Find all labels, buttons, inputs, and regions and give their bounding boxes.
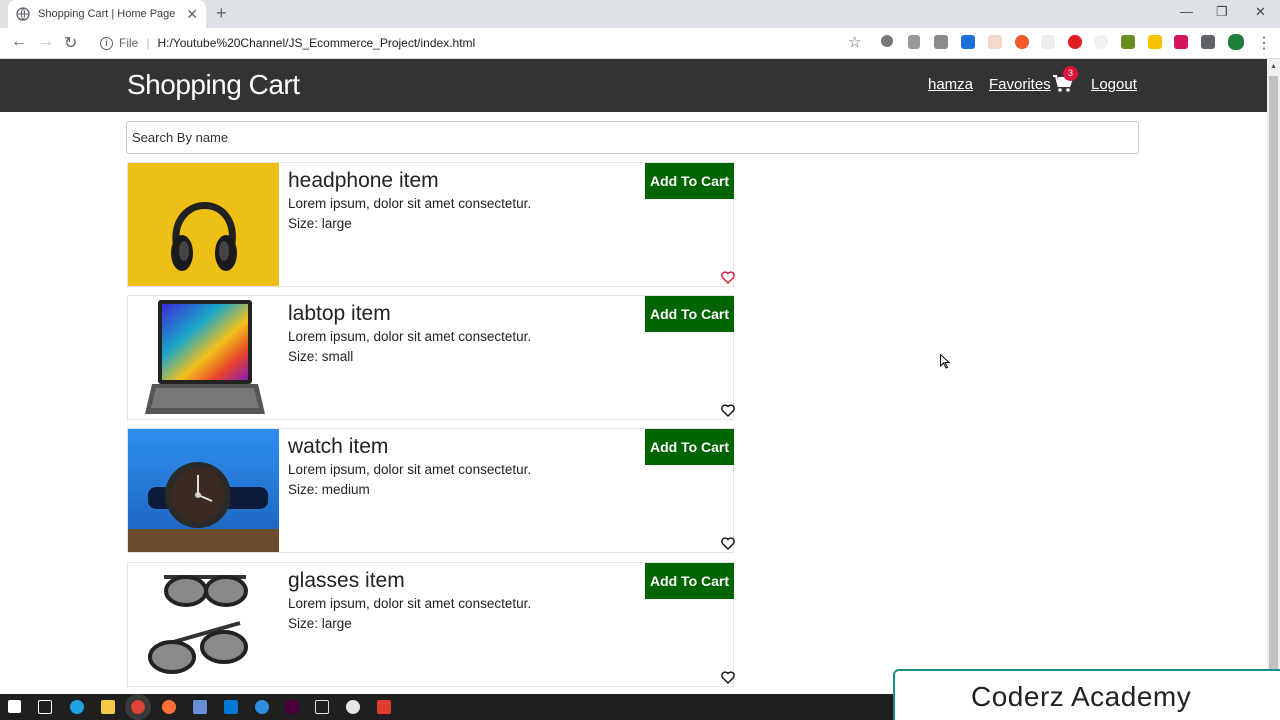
extension-icon[interactable] xyxy=(1015,35,1029,49)
page-scrollbar[interactable]: ▲ xyxy=(1267,59,1280,694)
bookmark-star-icon[interactable]: ☆ xyxy=(848,33,861,51)
watermark: Coderz Academy xyxy=(893,669,1280,720)
adobe-xd-icon[interactable] xyxy=(285,700,299,714)
reload-icon[interactable]: ↻ xyxy=(64,33,77,53)
address-bar: ← → ↻ i File | H:/Youtube%20Channel/JS_E… xyxy=(0,28,1280,59)
close-tab-icon[interactable]: ✕ xyxy=(186,6,198,23)
download-icon[interactable] xyxy=(961,35,975,49)
product-name: labtop item xyxy=(288,302,391,325)
avatar[interactable] xyxy=(1228,34,1244,50)
product-size: Size: medium xyxy=(288,482,370,497)
product-size: Size: small xyxy=(288,349,354,364)
browser-tab[interactable]: Shopping Cart | Home Page ✕ xyxy=(8,0,206,28)
camera-icon[interactable] xyxy=(934,35,948,49)
product-description: Lorem ipsum, dolor sit amet consectetur. xyxy=(288,596,532,611)
watermark-text: Coderz Academy xyxy=(971,681,1192,712)
extension-icon[interactable] xyxy=(1148,35,1162,49)
extension-icon[interactable] xyxy=(1121,35,1135,49)
heart-icon[interactable] xyxy=(721,271,735,284)
puzzle-icon[interactable] xyxy=(1201,35,1215,49)
product-image xyxy=(128,429,279,552)
scroll-up-icon[interactable]: ▲ xyxy=(1270,63,1277,70)
product-description: Lorem ipsum, dolor sit amet consectetur. xyxy=(288,329,532,344)
globe-icon xyxy=(16,7,30,21)
add-to-cart-button[interactable]: Add To Cart xyxy=(645,563,734,599)
app-icon[interactable] xyxy=(255,700,269,714)
url-text: H:/Youtube%20Channel/JS_Ecommerce_Projec… xyxy=(157,36,476,50)
edge-icon[interactable] xyxy=(70,700,84,714)
extension-icon[interactable] xyxy=(1041,35,1055,49)
heart-icon[interactable] xyxy=(721,671,735,684)
url-input[interactable]: i File | H:/Youtube%20Channel/JS_Ecommer… xyxy=(90,30,870,56)
back-icon[interactable]: ← xyxy=(11,33,27,51)
user-link[interactable]: hamza xyxy=(928,76,973,93)
forward-icon[interactable]: → xyxy=(38,33,54,51)
new-tab-icon[interactable]: + xyxy=(216,3,227,24)
task-view-icon[interactable] xyxy=(38,700,52,714)
app-icon[interactable] xyxy=(193,700,207,714)
file-explorer-icon[interactable] xyxy=(101,700,115,714)
calendar-icon[interactable] xyxy=(988,35,1002,49)
extension-icon[interactable] xyxy=(881,35,893,47)
product-image xyxy=(128,563,279,686)
heart-icon[interactable] xyxy=(721,404,735,417)
brand-title[interactable]: Shopping Cart xyxy=(127,69,300,101)
product-name: watch item xyxy=(288,435,389,458)
product-size: Size: large xyxy=(288,216,352,231)
product-name: headphone item xyxy=(288,169,439,192)
product-size: Size: large xyxy=(288,616,352,631)
info-icon[interactable]: i xyxy=(100,36,113,50)
product-description: Lorem ipsum, dolor sit amet consectetur. xyxy=(288,462,532,477)
product-card: watch item Lorem ipsum, dolor sit amet c… xyxy=(127,428,735,553)
app-icon[interactable] xyxy=(315,700,329,714)
firefox-icon[interactable] xyxy=(162,700,176,714)
add-to-cart-button[interactable]: Add To Cart xyxy=(645,429,734,465)
cart-button[interactable]: 3 xyxy=(1053,66,1078,95)
cart-count-badge: 3 xyxy=(1063,66,1078,81)
logout-link[interactable]: Logout xyxy=(1091,76,1137,93)
browser-tab-bar: Shopping Cart | Home Page ✕ + — ❐ ✕ xyxy=(0,0,1280,28)
menu-dots-icon[interactable]: ⋮ xyxy=(1256,33,1272,53)
product-image xyxy=(128,163,279,286)
product-card: glasses item Lorem ipsum, dolor sit amet… xyxy=(127,562,735,687)
app-icon[interactable] xyxy=(346,700,360,714)
product-description: Lorem ipsum, dolor sit amet consectetur. xyxy=(288,196,532,211)
site-header: Shopping Cart hamza Favorites 3 Logout xyxy=(0,59,1267,112)
close-window-icon[interactable]: ✕ xyxy=(1255,4,1266,20)
vscode-icon[interactable] xyxy=(224,700,238,714)
mouse-cursor-icon xyxy=(940,354,950,369)
product-card: labtop item Lorem ipsum, dolor sit amet … xyxy=(127,295,735,420)
product-card: headphone item Lorem ipsum, dolor sit am… xyxy=(127,162,735,287)
add-to-cart-button[interactable]: Add To Cart xyxy=(645,163,734,199)
eyedropper-icon[interactable] xyxy=(908,35,920,49)
tab-title: Shopping Cart | Home Page xyxy=(38,8,176,20)
app-icon[interactable] xyxy=(377,700,391,714)
url-scheme-label: File xyxy=(119,36,139,50)
chrome-icon[interactable] xyxy=(125,694,151,720)
extension-icon[interactable] xyxy=(1174,35,1188,49)
heart-icon[interactable] xyxy=(721,537,735,550)
windows-start-icon[interactable] xyxy=(8,700,21,713)
search-input[interactable] xyxy=(126,121,1139,154)
add-to-cart-button[interactable]: Add To Cart xyxy=(645,296,734,332)
extension-icon[interactable] xyxy=(1068,35,1082,49)
extension-icon[interactable] xyxy=(1094,35,1108,49)
product-image xyxy=(128,296,279,419)
favorites-link[interactable]: Favorites xyxy=(989,76,1051,93)
product-name: glasses item xyxy=(288,569,405,592)
minimize-icon[interactable]: — xyxy=(1180,4,1193,19)
url-separator: | xyxy=(146,36,150,50)
scroll-thumb[interactable] xyxy=(1269,76,1278,676)
restore-icon[interactable]: ❐ xyxy=(1216,4,1228,20)
